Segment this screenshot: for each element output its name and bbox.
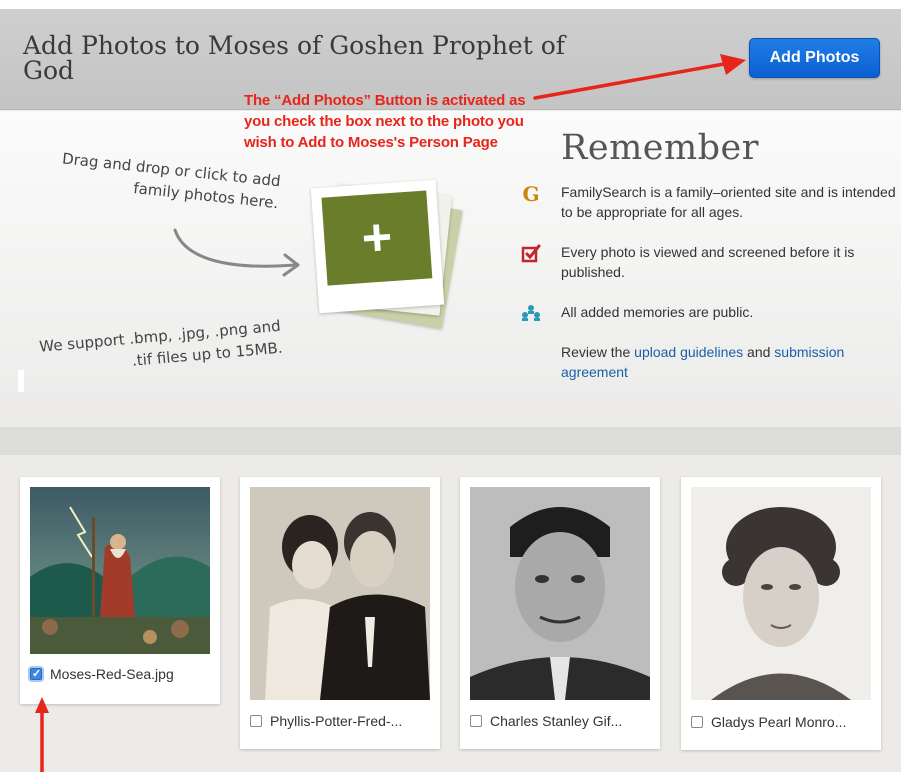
photo-select-checkbox[interactable] (470, 715, 482, 727)
photo-caption: Gladys Pearl Monro... (691, 714, 846, 730)
photo-card[interactable]: Moses-Red-Sea.jpg (20, 477, 220, 704)
photo-card[interactable]: Gladys Pearl Monro... (681, 477, 881, 750)
remember-item-public: All added memories are public. (561, 304, 754, 320)
remember-item-screened: Every photo is viewed and screened befor… (561, 244, 855, 280)
photo-select-checkbox[interactable] (250, 715, 262, 727)
upload-plus-icon[interactable]: + (310, 179, 463, 329)
upload-guidelines-link[interactable]: upload guidelines (634, 344, 743, 360)
photo-thumbnail[interactable] (470, 487, 650, 700)
top-strip (0, 0, 901, 9)
photo-card[interactable]: Phyllis-Potter-Fred-... (240, 477, 440, 749)
photo-select-checkbox[interactable] (691, 716, 703, 728)
photo-filename: Charles Stanley Gif... (490, 713, 623, 729)
scroll-indicator (18, 370, 24, 392)
screened-check-icon (520, 242, 542, 264)
remember-item-appropriate: FamilySearch is a family–oriented site a… (561, 184, 896, 220)
photo-caption: Phyllis-Potter-Fred-... (250, 713, 402, 729)
add-photos-button[interactable]: Add Photos (749, 38, 880, 78)
plus-icon: + (321, 190, 433, 286)
annotation-arrow-icon (533, 54, 746, 100)
photo-filename: Moses-Red-Sea.jpg (50, 666, 174, 682)
review-guidelines-text: Review the upload guidelines and submiss… (561, 342, 896, 382)
photo-card[interactable]: Charles Stanley Gif... (460, 477, 660, 749)
photo-select-checkbox[interactable] (30, 667, 42, 680)
photo-thumbnail[interactable] (30, 487, 210, 654)
photo-filename: Gladys Pearl Monro... (711, 714, 847, 730)
polaroid-front: + (310, 179, 445, 314)
annotation-note: The “Add Photos” Button is activated as … (244, 92, 526, 151)
familysearch-g-icon: G (522, 182, 540, 206)
photo-thumbnail[interactable] (250, 487, 430, 700)
annotation-arrow-up-icon (35, 697, 49, 772)
photo-caption: Moses-Red-Sea.jpg (30, 666, 174, 682)
photo-caption: Charles Stanley Gif... (470, 713, 622, 729)
photo-thumbnail[interactable] (691, 487, 871, 700)
review-prefix: Review the (561, 344, 635, 360)
remember-title: Remember (561, 128, 760, 168)
photo-filename: Phyllis-Potter-Fred-... (270, 713, 403, 729)
review-middle: and (743, 344, 775, 360)
section-divider (0, 427, 901, 455)
curved-arrow-icon (173, 228, 300, 277)
public-people-icon (520, 302, 542, 324)
